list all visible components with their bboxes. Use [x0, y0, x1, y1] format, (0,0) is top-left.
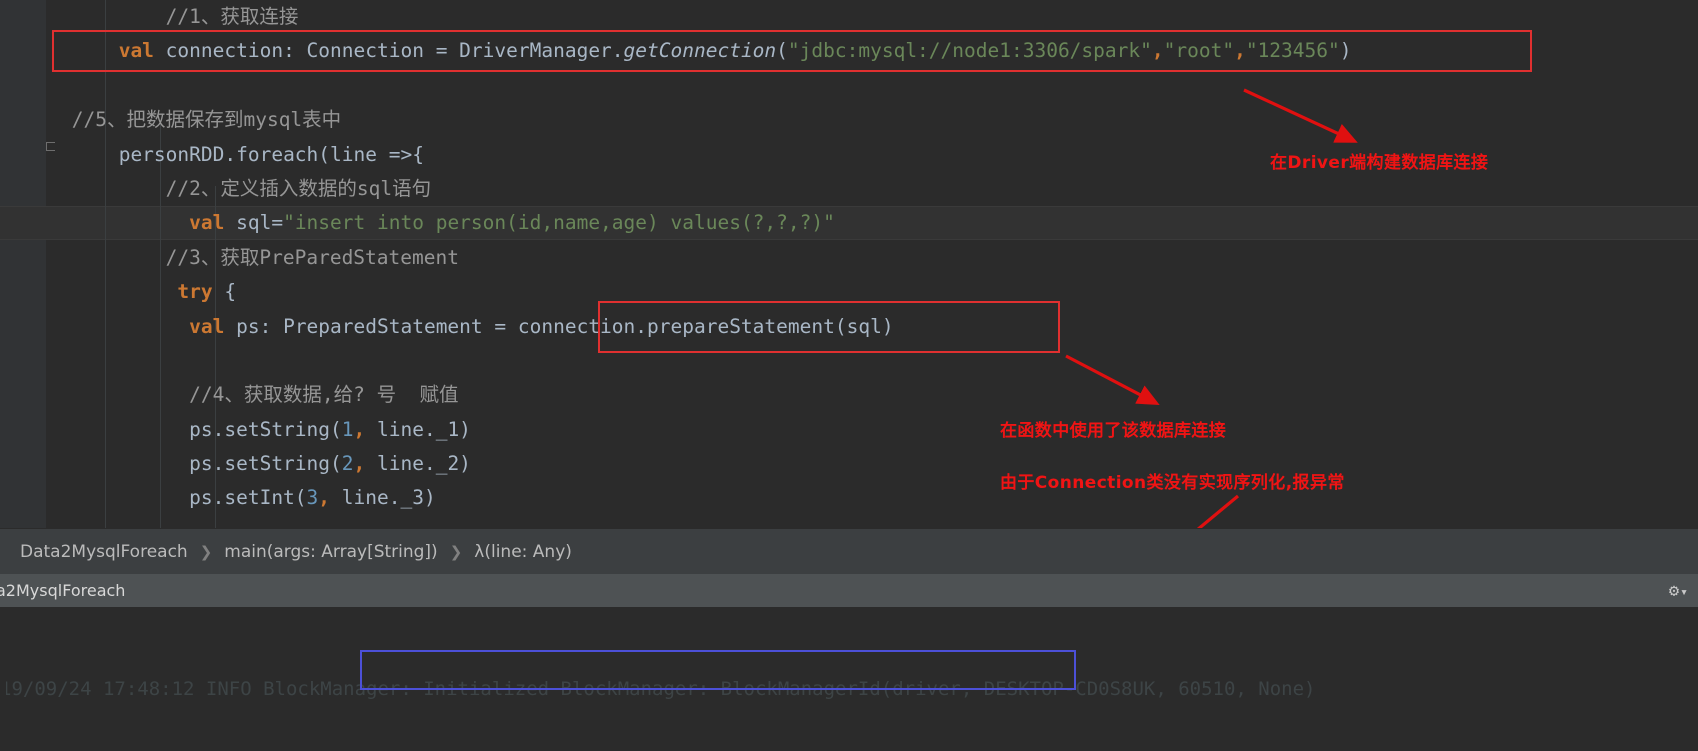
- code-fold-marker[interactable]: [46, 142, 55, 151]
- annotation-not-serializable: 由于Connection类没有实现序列化,报异常: [1000, 473, 1345, 493]
- code-token: //4、获取数据,给? 号 赋值: [189, 383, 459, 407]
- code-token: val: [118, 39, 154, 63]
- code-token: line._1): [365, 417, 471, 441]
- code-token: 2: [341, 452, 354, 476]
- breadcrumb-item-method[interactable]: main(args: Array[String]): [224, 542, 437, 562]
- console-tab-active[interactable]: a2MysqlForeach: [0, 574, 1698, 607]
- code-token: ): [1339, 39, 1352, 63]
- code-line: //1、获取连接: [60, 0, 1698, 34]
- chevron-right-icon: ❯: [449, 542, 463, 561]
- code-line: val sql="insert into person(id,name,age)…: [60, 206, 1698, 240]
- code-token: //2、定义插入数据的sql语句: [165, 176, 432, 200]
- code-token: ,: [318, 486, 331, 510]
- code-token: ,: [353, 452, 366, 476]
- console-left-strip: [0, 607, 6, 751]
- code-line: ps.setString(2, line._2): [60, 447, 1698, 481]
- chevron-down-icon[interactable]: ▾: [1674, 583, 1694, 603]
- console-line-info: 19/09/24 17:48:12 INFO BlockManager: Ini…: [0, 678, 1316, 700]
- code-token: ps.setInt(: [189, 486, 307, 510]
- editor-gutter: [0, 0, 46, 528]
- code-token: ps.setString(: [189, 452, 342, 476]
- code-token: 3: [306, 486, 319, 510]
- code-token: ,: [353, 417, 366, 441]
- code-line: ps.setInt(3, line._3): [60, 481, 1698, 515]
- code-token: ,: [1234, 39, 1246, 63]
- code-token: (: [776, 39, 788, 63]
- code-token: 1: [341, 417, 354, 441]
- ide-window: //1、获取连接 val connection: Connection = Dr…: [0, 0, 1698, 751]
- console-output[interactable]: 19/09/24 17:48:12 INFO BlockManager: Ini…: [0, 607, 1698, 751]
- code-token: val: [189, 314, 225, 338]
- code-token: "insert into person(id,name,age) values(…: [283, 211, 835, 235]
- code-token: getConnection: [623, 39, 777, 63]
- code-line: val connection: Connection = DriverManag…: [60, 34, 1698, 68]
- code-token: try: [177, 280, 213, 304]
- code-token: "root": [1163, 39, 1235, 63]
- code-line: //3、获取PreParedStatement: [60, 241, 1698, 275]
- code-token: ps: PreparedStatement = connection.prepa…: [224, 314, 894, 338]
- code-token: //5、把数据保存到mysql表中: [71, 108, 342, 132]
- code-token: {: [212, 280, 237, 304]
- breadcrumb-item-lambda[interactable]: λ(line: Any): [474, 542, 572, 562]
- code-line: ps.setString(1, line._1): [60, 413, 1698, 447]
- code-line: val ps: PreparedStatement = connection.p…: [60, 310, 1698, 344]
- code-token: ps.setString(: [189, 417, 342, 441]
- code-token: //1、获取连接: [165, 5, 299, 28]
- editor-fold-column[interactable]: [46, 0, 60, 528]
- code-text[interactable]: //1、获取连接 val connection: Connection = Dr…: [60, 0, 1698, 528]
- breadcrumb[interactable]: Data2MysqlForeach ❯ main(args: Array[Str…: [0, 528, 1698, 574]
- code-token: ,: [1151, 39, 1164, 63]
- code-token: //3、获取PreParedStatement: [165, 245, 459, 269]
- breadcrumb-item-class[interactable]: Data2MysqlForeach: [20, 542, 188, 562]
- code-token: connection: Connection = DriverManager.: [153, 39, 624, 63]
- code-token: line._3): [330, 486, 436, 510]
- console-tab-label: a2MysqlForeach: [0, 581, 126, 600]
- code-line: try {: [60, 275, 1698, 309]
- code-line: //4、获取数据,给? 号 赋值: [60, 378, 1698, 412]
- code-line: //5、把数据保存到mysql表中: [60, 103, 1698, 137]
- code-token: val: [189, 211, 225, 235]
- code-token: "jdbc:mysql://node1:3306/spark": [787, 39, 1152, 63]
- code-token: sql=: [224, 211, 284, 235]
- code-editor[interactable]: //1、获取连接 val connection: Connection = Dr…: [0, 0, 1698, 528]
- annotation-driver-connection: 在Driver端构建数据库连接: [1270, 153, 1489, 173]
- console-tab-bar[interactable]: a2MysqlForeach ⚙ ▾: [0, 574, 1698, 607]
- chevron-right-icon: ❯: [199, 542, 213, 561]
- code-line: //2、定义插入数据的sql语句: [60, 172, 1698, 206]
- annotation-function-usage: 在函数中使用了该数据库连接: [1000, 421, 1227, 441]
- code-token: personRDD.foreach(line =>{: [118, 142, 424, 166]
- code-token: line._2): [365, 452, 471, 476]
- code-token: "123456": [1245, 39, 1340, 63]
